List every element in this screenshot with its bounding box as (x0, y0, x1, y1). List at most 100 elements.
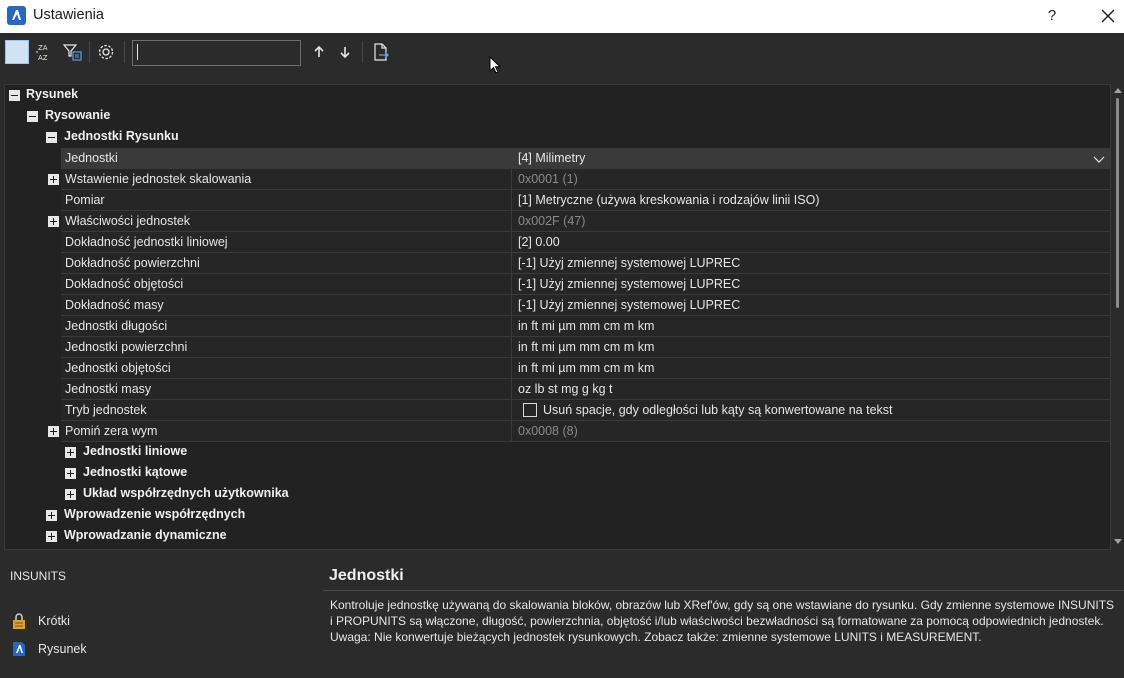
toolbar: ZA AZ (0, 33, 1124, 75)
close-icon (1101, 9, 1115, 23)
collapse-icon[interactable] (9, 90, 20, 101)
property-row-jednostki-objetosci[interactable]: Jednostki objętości in ft mi µm mm cm m … (5, 358, 1110, 379)
tree-node-jednostki-liniowe[interactable]: Jednostki liniowe (5, 442, 1110, 463)
tree-node-jednostki-rysunku[interactable]: Jednostki Rysunku (5, 127, 1110, 148)
close-button[interactable] (1096, 4, 1120, 28)
property-value[interactable]: [1] Metryczne (używa kreskowania i rodza… (518, 193, 820, 207)
property-row-dokladnosc-masy[interactable]: Dokładność masy [-1] Użyj zmiennej syste… (5, 295, 1110, 316)
mouse-cursor-icon (489, 56, 502, 74)
next-match-button[interactable] (333, 40, 357, 64)
tree-node-wprowadzenie-wspolrzednych[interactable]: Wprowadzenie współrzędnych (5, 505, 1110, 526)
property-row-pomiar[interactable]: Pomiar [1] Metryczne (używa kreskowania … (5, 190, 1110, 211)
filter-button[interactable] (60, 40, 84, 64)
property-row-wstawienie[interactable]: Wstawienie jednostek skalowania 0x0001 (… (5, 169, 1110, 190)
property-value[interactable]: oz lb st mg g kg t (518, 382, 612, 396)
tree-node-wprowadzanie-dynamiczne[interactable]: Wprowadzanie dynamiczne (5, 526, 1110, 547)
drawing-file-icon (13, 642, 25, 656)
property-value[interactable]: [-1] Użyj zmiennej systemowej LUPREC (518, 256, 740, 270)
checkbox-label: Usuń spacje, gdy odległości lub kąty są … (543, 403, 893, 417)
collapse-icon[interactable] (46, 132, 57, 143)
property-name: Jednostki masy (65, 382, 152, 396)
property-row-tryb-jednostek[interactable]: Tryb jednostek Usuń spacje, gdy odległoś… (5, 400, 1110, 421)
property-name: Jednostki (65, 151, 118, 165)
property-value[interactable]: in ft mi µm mm cm m km (518, 361, 654, 375)
property-value: 0x002F (47) (518, 214, 586, 228)
collapse-icon[interactable] (27, 111, 38, 122)
expand-icon[interactable] (46, 510, 57, 521)
expand-icon[interactable] (48, 174, 59, 185)
tree-node-uklad-wspolrzednych[interactable]: Układ współrzędnych użytkownika (5, 484, 1110, 505)
settings-button[interactable] (94, 40, 118, 64)
tree-node-label: Jednostki liniowe (83, 444, 188, 458)
vertical-scrollbar[interactable] (1111, 84, 1124, 550)
description-title: Jednostki (329, 567, 404, 584)
export-document-icon (374, 43, 389, 61)
remove-spaces-checkbox[interactable] (523, 403, 537, 417)
property-row-jednostki-powierzchni[interactable]: Jednostki powierzchni in ft mi µm mm cm … (5, 337, 1110, 358)
divider (323, 590, 1124, 591)
expand-icon[interactable] (48, 426, 59, 437)
tree-node-label: Jednostki kątowe (83, 465, 188, 479)
expand-icon[interactable] (65, 489, 76, 500)
categorized-view-button[interactable] (5, 40, 29, 64)
sort-az-icon: ZA AZ (36, 44, 48, 62)
description-note: Uwaga: Nie konwertuje bieżących jednoste… (330, 630, 982, 644)
export-button[interactable] (368, 40, 392, 64)
arrow-down-icon (340, 47, 350, 59)
property-name: Jednostki objętości (65, 361, 171, 375)
property-row-jednostki-dlugosci[interactable]: Jednostki długości in ft mi µm mm cm m k… (5, 316, 1110, 337)
toolbar-separator (89, 41, 90, 63)
scope-short-label: Krótki (38, 614, 70, 628)
tree-node-label: Jednostki Rysunku (64, 129, 179, 143)
property-name: Jednostki długości (65, 319, 168, 333)
property-row-jednostki[interactable]: Jednostki [4] Milimetry (5, 148, 1110, 169)
title-bar: Ustawienia ? (0, 0, 1124, 33)
property-name: Dokładność jednostki liniowej (65, 235, 228, 249)
property-value[interactable]: [-1] Użyj zmiennej systemowej LUPREC (518, 298, 740, 312)
expand-icon[interactable] (65, 447, 76, 458)
previous-match-button[interactable] (307, 40, 331, 64)
property-value-dropdown[interactable]: [4] Milimetry (518, 151, 585, 165)
property-name: Pomiar (65, 193, 105, 207)
tree-node-label: Rysowanie (45, 108, 111, 122)
sort-alphabetical-button[interactable]: ZA AZ (33, 40, 57, 64)
property-value[interactable]: [2] 0.00 (518, 235, 560, 249)
property-row-dokladnosc-objetosci[interactable]: Dokładność objętości [-1] Użyj zmiennej … (5, 274, 1110, 295)
app-logo-icon (7, 6, 26, 25)
property-name: Pomiń zera wym (65, 424, 158, 438)
help-button[interactable]: ? (1040, 4, 1064, 28)
property-name: Dokładność objętości (65, 277, 184, 291)
scroll-up-icon[interactable] (1114, 88, 1122, 93)
chevron-down-icon[interactable] (1093, 154, 1105, 164)
property-value: 0x0001 (1) (518, 172, 578, 186)
search-input[interactable] (132, 40, 301, 66)
tree-node-rysowanie[interactable]: Rysowanie (5, 106, 1110, 127)
expand-icon[interactable] (48, 216, 59, 227)
toolbar-separator (362, 41, 363, 63)
scope-short: Krótki (10, 611, 160, 631)
scroll-thumb[interactable] (1116, 98, 1119, 308)
tree-node-label: Rysunek (26, 87, 79, 101)
property-name: Jednostki powierzchni (65, 340, 188, 354)
variable-name: INSUNITS (10, 569, 67, 583)
property-row-dokladnosc-powierzchni[interactable]: Dokładność powierzchni [-1] Użyj zmienne… (5, 253, 1110, 274)
scroll-down-icon[interactable] (1114, 539, 1122, 544)
property-row-wlasciwosci[interactable]: Właściwości jednostek 0x002F (47) (5, 211, 1110, 232)
property-row-pomin-zera[interactable]: Pomiń zera wym 0x0008 (8) (5, 421, 1110, 442)
expand-icon[interactable] (46, 531, 57, 542)
property-value[interactable]: [-1] Użyj zmiennej systemowej LUPREC (518, 277, 740, 291)
tree-node-label: Wprowadzenie współrzędnych (64, 507, 246, 521)
filter-icon (62, 44, 82, 61)
settings-tree: Rysunek Rysowanie Jednostki Rysunku Jedn… (4, 84, 1111, 550)
property-row-jednostki-masy[interactable]: Jednostki masy oz lb st mg g kg t (5, 379, 1110, 400)
tree-node-rysunek[interactable]: Rysunek (5, 85, 1110, 106)
property-row-dokladnosc-liniowa[interactable]: Dokładność jednostki liniowej [2] 0.00 (5, 232, 1110, 253)
tree-node-label: Wprowadzanie dynamiczne (64, 528, 227, 542)
window-title: Ustawienia (33, 7, 104, 23)
expand-icon[interactable] (65, 468, 76, 479)
property-value[interactable]: in ft mi µm mm cm m km (518, 319, 654, 333)
description-panel: INSUNITS Krótki Rysunek Jednostki Kontro… (0, 553, 1124, 678)
text-caret (137, 44, 138, 60)
tree-node-jednostki-katowe[interactable]: Jednostki kątowe (5, 463, 1110, 484)
property-value[interactable]: in ft mi µm mm cm m km (518, 340, 654, 354)
